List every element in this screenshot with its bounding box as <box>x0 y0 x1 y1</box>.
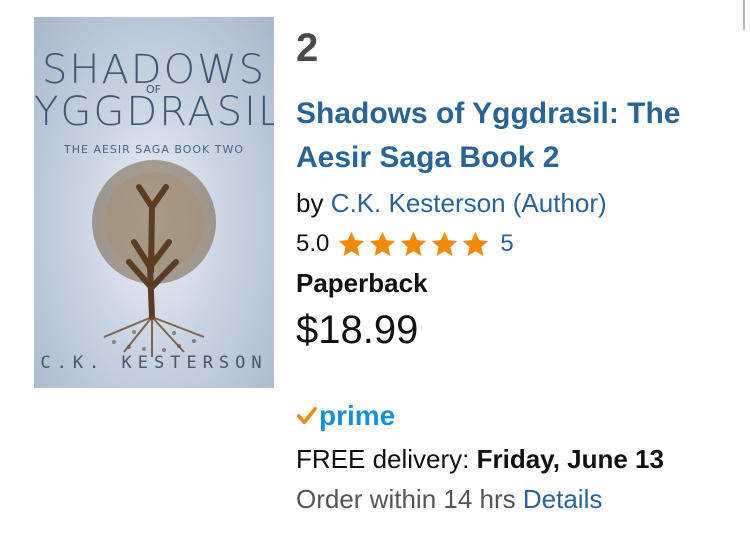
book-cover-image[interactable]: SHADOWS OF YGGDRASIL THE AESIR SAGA BOOK… <box>34 17 274 388</box>
star-icon <box>339 231 365 256</box>
format-label: Paperback <box>296 268 428 298</box>
order-cutoff: Order within 14 hrs Details <box>296 484 602 515</box>
prime-check-icon <box>296 406 318 425</box>
review-count-link[interactable]: 5 <box>500 230 513 258</box>
star-icon <box>432 231 458 256</box>
rating-value: 5.0 <box>296 230 330 257</box>
star-icon <box>401 231 427 256</box>
author-link[interactable]: C.K. Kesterson (Author) <box>331 188 607 218</box>
cover-title-line2: YGGDRASIL <box>34 89 274 135</box>
order-text: Order within 14 hrs <box>296 484 523 514</box>
rating-row: 5.0 5 <box>296 228 514 260</box>
product-title-link[interactable]: Shadows of Yggdrasil: The Aesir Saga Boo… <box>296 92 716 180</box>
delivery-prefix: FREE delivery: <box>296 444 477 474</box>
details-link[interactable]: Details <box>523 484 602 514</box>
star-icon <box>370 231 396 256</box>
prime-badge: prime <box>296 400 395 432</box>
prime-label: prime <box>319 400 396 431</box>
byline: by C.K. Kesterson (Author) <box>296 188 607 219</box>
delivery-date: Friday, June 13 <box>476 444 664 474</box>
cover-subtitle: THE AESIR SAGA BOOK TWO <box>64 143 244 156</box>
star-icon <box>463 231 489 256</box>
cover-author: C.K. KESTERSON <box>40 353 268 373</box>
result-rank: 2 <box>296 26 319 70</box>
by-prefix: by <box>296 188 331 218</box>
scrollbar[interactable] <box>743 0 745 30</box>
delivery-info: FREE delivery: Friday, June 13 <box>296 444 664 475</box>
star-rating[interactable] <box>337 230 492 259</box>
price: $18.99 <box>296 308 419 352</box>
